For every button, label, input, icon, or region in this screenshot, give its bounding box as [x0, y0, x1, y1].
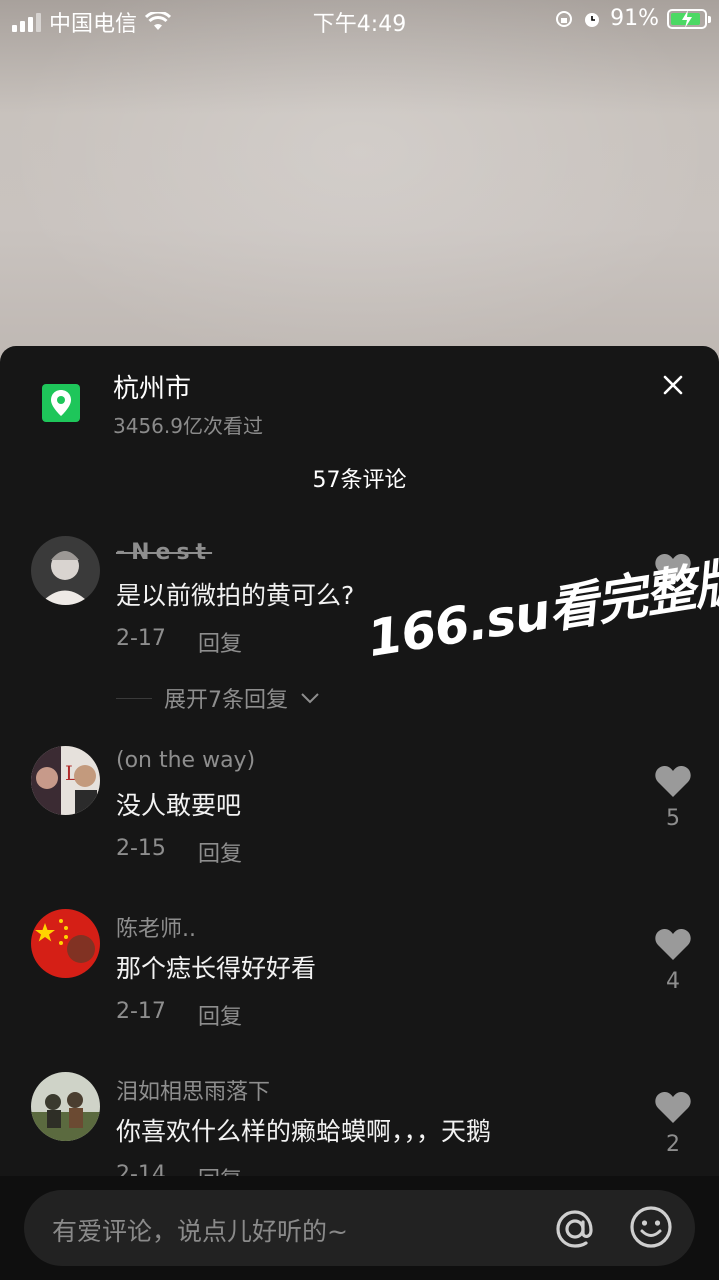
location-views: 3456.9亿次看过: [113, 414, 263, 438]
avatar[interactable]: L: [31, 746, 100, 815]
close-icon[interactable]: [656, 368, 690, 402]
expand-replies-button[interactable]: 展开7条回复: [116, 682, 320, 714]
chevron-down-icon: [301, 693, 319, 704]
heart-icon: [655, 928, 691, 960]
emoji-icon[interactable]: [628, 1204, 674, 1250]
alarm-icon: [585, 12, 600, 27]
battery-icon: [667, 8, 711, 29]
avatar[interactable]: [31, 1072, 100, 1141]
rotation-lock-icon: [556, 10, 573, 27]
like-button[interactable]: 4: [652, 927, 694, 994]
comment-input-bar: 有爱评论，说点儿好听的~: [0, 1176, 719, 1280]
comment-date: 2-17: [116, 999, 166, 1024]
expand-replies-label: 展开7条回复: [164, 688, 288, 713]
reply-button[interactable]: 回复: [198, 999, 242, 1031]
comment-meta: 2-17 回复: [116, 626, 242, 658]
comment-text[interactable]: 是以前微拍的黄可么?: [116, 576, 354, 612]
comments-count: 57条评论: [312, 468, 407, 493]
comment-text[interactable]: 没人敢要吧: [116, 786, 241, 822]
comment-username[interactable]: -Nest: [116, 540, 212, 565]
comment-input[interactable]: 有爱评论，说点儿好听的~: [24, 1190, 695, 1266]
like-button[interactable]: 2: [652, 1090, 694, 1157]
status-bar: 中国电信 下午4:49 91%: [0, 0, 719, 40]
avatar[interactable]: [31, 909, 100, 978]
comment-text[interactable]: 你喜欢什么样的癞蛤蟆啊，，，天鹅: [116, 1112, 491, 1148]
heart-icon: [655, 1091, 691, 1123]
like-count: 4: [666, 969, 680, 994]
avatar[interactable]: [31, 536, 100, 605]
reply-button[interactable]: 回复: [198, 626, 242, 658]
location-pin-icon[interactable]: [42, 384, 80, 422]
at-icon[interactable]: [552, 1206, 598, 1252]
like-button[interactable]: 5: [652, 764, 694, 831]
comment-meta: 2-15 回复: [116, 836, 242, 868]
battery-percent: 91%: [610, 6, 659, 31]
comment-text[interactable]: 那个痣长得好好看: [116, 949, 316, 985]
like-count: 2: [666, 1132, 680, 1157]
comment-meta: 2-17 回复: [116, 999, 242, 1031]
location-title[interactable]: 杭州市: [113, 368, 191, 405]
comment-date: 2-15: [116, 836, 166, 861]
comment-username[interactable]: (on the way): [116, 748, 255, 773]
like-count: 5: [666, 806, 680, 831]
heart-icon: [655, 765, 691, 797]
video-background[interactable]: [0, 0, 719, 380]
comment-input-placeholder: 有爱评论，说点儿好听的~: [52, 1217, 348, 1246]
comments-sheet: 杭州市 3456.9亿次看过 57条评论 -Nest 是以前微拍的黄可么? 2-…: [0, 346, 719, 1280]
comment-date: 2-17: [116, 626, 166, 651]
comment-username[interactable]: 泪如相思雨落下: [116, 1074, 270, 1106]
status-right: 91%: [554, 6, 711, 31]
reply-button[interactable]: 回复: [198, 836, 242, 868]
comment-username[interactable]: 陈老师..: [116, 911, 196, 943]
